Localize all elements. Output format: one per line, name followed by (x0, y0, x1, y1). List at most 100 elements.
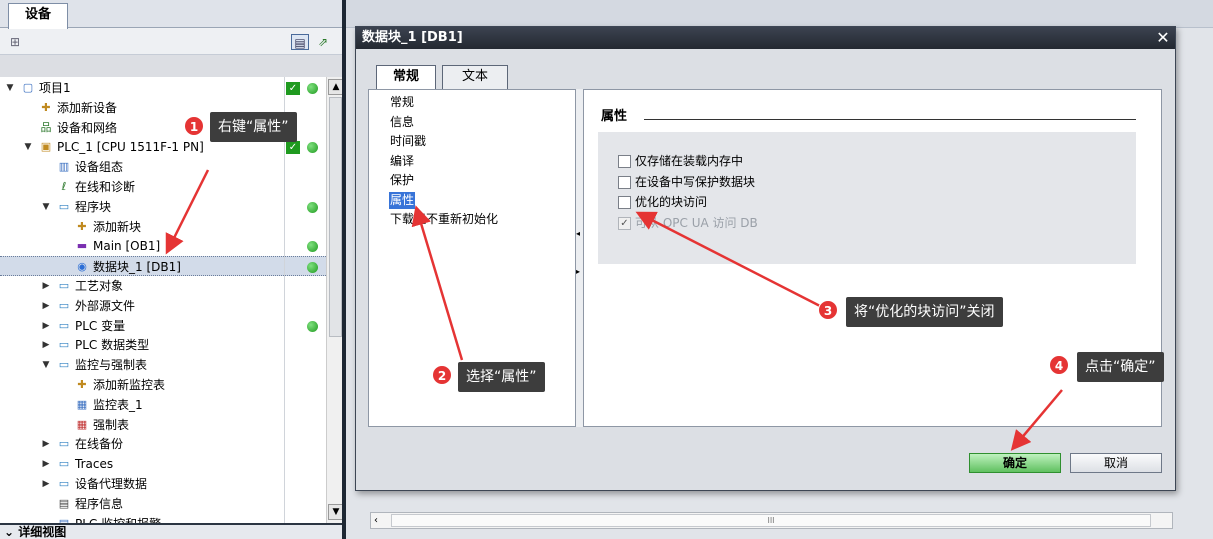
splitter-right-icon[interactable]: ▸ (576, 267, 580, 276)
callout-1: 右键“属性” (210, 112, 297, 142)
tree-item[interactable]: ▶ ▭ 工艺对象 (0, 276, 326, 296)
tree-item-label: 强制表 (93, 417, 130, 432)
tree-item-label: 外部源文件 (75, 298, 136, 313)
expand-right-icon[interactable]: ▶ (40, 316, 52, 336)
scroll-thumb[interactable] (329, 97, 342, 337)
tree-item[interactable]: ✚ 添加新块 (0, 217, 326, 237)
expand-right-icon[interactable]: ▶ (40, 335, 52, 355)
tree-item[interactable]: ▥ 设备组态 (0, 157, 326, 177)
new-window-icon[interactable]: ⇗ (314, 34, 332, 50)
tree-item[interactable]: ▶ ▭ Traces (0, 454, 326, 474)
tree-item[interactable]: ◉ 数据块_1 [DB1] (0, 256, 326, 277)
nav-item[interactable]: 保护 (389, 172, 415, 189)
editor-horizontal-scrollbar[interactable]: ‹ III (370, 512, 1173, 529)
tree-item-label: 程序块 (75, 199, 112, 214)
attributes-box: 仅存储在装载内存中 在设备中写保护数据块 优化的块访问 ✓ 可从 OPC UA 访问 D… (598, 132, 1136, 264)
overview-icon[interactable]: ▤ (291, 34, 309, 50)
tree-item[interactable]: ▦ 监控表_1 (0, 395, 326, 415)
dialog-title-bar: 数据块_1 [DB1] ✕ (356, 27, 1175, 49)
status-ok-icon (307, 142, 318, 154)
tree-item[interactable]: ▶ ▭ 在线备份 (0, 434, 326, 454)
status-check-icon: ✓ (286, 82, 300, 95)
tree-item[interactable]: ▶ ▭ 外部源文件 (0, 296, 326, 316)
tree-item[interactable]: ▤PLC 监控和报警 (0, 514, 326, 523)
force-table-icon: ▦ (76, 417, 88, 431)
tree-item[interactable]: ▤ 程序信息 (0, 494, 326, 514)
expand-right-icon[interactable]: ▶ (40, 276, 52, 296)
nav-splitter[interactable]: ◂ ▸ (576, 89, 584, 427)
program-info-icon: ▤ (58, 496, 70, 510)
tree-item-label: 工艺对象 (75, 279, 124, 293)
checkbox-label: 可从 OPC UA 访问 DB (635, 215, 758, 230)
tree-item[interactable]: ▶ ▭ PLC 数据类型 (0, 335, 326, 355)
expand-down-icon[interactable]: ▼ (4, 78, 16, 98)
tree-header-bar (0, 55, 344, 77)
tree-item-label: PLC_1 [CPU 1511F-1 PN] (57, 140, 204, 155)
editor-top-strip (346, 0, 1213, 28)
folder-icon: ▭ (58, 298, 70, 312)
nav-item[interactable]: 编译 (389, 153, 415, 170)
nav-item[interactable]: 时间戳 (389, 133, 427, 150)
callout-4: 点击“确定” (1077, 352, 1164, 382)
ob-block-icon: ▬ (76, 239, 88, 253)
tree-item[interactable]: ℓ 在线和诊断 (0, 177, 326, 197)
tree-item-label: Main [OB1] (93, 239, 161, 254)
tree-item-label: 添加新监控表 (93, 378, 166, 392)
checkbox-box[interactable] (618, 155, 631, 168)
tree-item[interactable]: ▬ Main [OB1] (0, 236, 326, 256)
expand-down-icon[interactable]: ▼ (40, 197, 52, 217)
tree-item-label: 添加新块 (93, 219, 142, 234)
tree-item[interactable]: ▶ ▭ PLC 变量 (0, 316, 326, 336)
tree-item[interactable]: ▼ ▢ 项目1 ✓ (0, 78, 326, 98)
db-block-icon: ◉ (77, 260, 87, 274)
expand-right-icon[interactable]: ▶ (40, 474, 52, 494)
tab-text[interactable]: 文本 (442, 65, 508, 89)
project-tree: ▼ ▢ 项目1 ✓ ✚ 添加新设备品设备和网络 ▼ ▣ PLC_1 [CPU 1511F-1 P… (0, 77, 326, 523)
expand-down-icon[interactable]: ▼ (40, 355, 52, 375)
tree-item[interactable]: ▼ ▭ 程序块 (0, 197, 326, 217)
checkbox-box[interactable] (618, 175, 631, 189)
nav-item[interactable]: 下载但不重新初始化 (389, 211, 499, 228)
nav-item[interactable]: 信息 (389, 114, 415, 131)
dialog-title: 数据块_1 [DB1] (362, 30, 463, 45)
tab-devices[interactable]: 设备 (8, 3, 68, 29)
detail-view-header[interactable]: ⌄ 详细视图 (0, 523, 344, 539)
nav-item[interactable]: 常规 (389, 94, 415, 111)
status-check-icon: ✓ (286, 141, 300, 155)
folder-icon: ▭ (58, 279, 70, 292)
project-tree-panel: 设备 ⊞ ▤ ⇗ ▼ ▢ 项目1 ✓ ✚ 添加新设备品设备和网络 ▼ ▣ PLC_1 [CPU … (0, 0, 344, 539)
nav-item[interactable]: 属性 (389, 191, 416, 209)
checkbox-label: 在设备中写保护数据块 (635, 174, 756, 189)
tab-general[interactable]: 常规 (376, 65, 436, 90)
tree-item[interactable]: ▶ ▭ 设备代理数据 (0, 474, 326, 494)
tree-toolbar: ⊞ ▤ ⇗ (0, 29, 344, 55)
tree-settings-icon[interactable]: ⊞ (6, 34, 24, 50)
dialog-tab-strip: 常规 文本 (368, 65, 1162, 90)
ok-button[interactable]: 确定 (969, 453, 1061, 473)
tree-item[interactable]: ✚ 添加新监控表 (0, 375, 326, 395)
properties-dialog: 数据块_1 [DB1] ✕ 常规 文本 常规信息时间戳编译保护属性下载但不重新初… (355, 26, 1176, 491)
scroll-left-icon[interactable]: ‹ (374, 513, 378, 528)
diagnostics-icon: ℓ (61, 180, 67, 193)
expand-right-icon[interactable]: ▶ (40, 434, 52, 454)
tree-item-label: 设备和网络 (57, 120, 118, 135)
tree-item-label: 添加新设备 (57, 100, 118, 115)
section-divider (644, 119, 1136, 120)
tree-item[interactable]: ▦ 强制表 (0, 415, 326, 435)
expand-down-icon[interactable]: ▼ (22, 137, 34, 157)
cancel-button[interactable]: 取消 (1070, 453, 1162, 473)
callout-2: 选择“属性” (458, 362, 545, 392)
tree-item-label: 数据块_1 [DB1] (93, 260, 181, 275)
close-icon[interactable]: ✕ (1154, 29, 1172, 47)
tree-item[interactable]: ▼ ▭ 监控与强制表 (0, 355, 326, 375)
checkbox-label: 优化的块访问 (635, 195, 708, 209)
horizontal-scroll-thumb[interactable]: III (391, 514, 1151, 527)
splitter-left-icon[interactable]: ◂ (576, 229, 580, 238)
device-config-icon: ▥ (58, 160, 70, 174)
expand-right-icon[interactable]: ▶ (40, 454, 52, 474)
expand-right-icon[interactable]: ▶ (40, 296, 52, 316)
checkbox-box[interactable] (618, 196, 631, 209)
tree-item-label: 设备代理数据 (75, 477, 148, 491)
status-ok-icon (307, 241, 318, 253)
add-block-icon: ✚ (77, 219, 87, 233)
